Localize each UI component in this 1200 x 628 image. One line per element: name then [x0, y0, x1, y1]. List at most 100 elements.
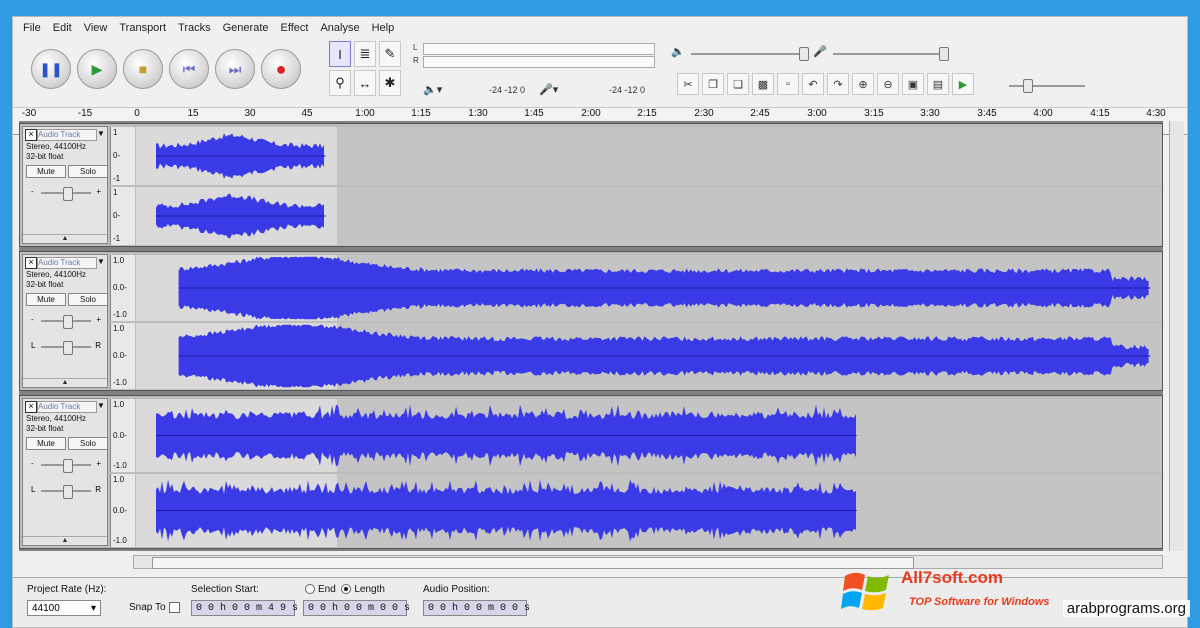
playback-meter-right[interactable] — [423, 56, 655, 68]
selection-start-field[interactable]: 0 0 h 0 0 m 4 9 s — [191, 600, 298, 616]
zoom-in-icon[interactable]: ⊕ — [852, 73, 874, 95]
slider-thumb[interactable] — [63, 315, 73, 329]
playback-volume-slider[interactable] — [799, 47, 809, 61]
input-volume-slider[interactable] — [939, 47, 949, 61]
paste-icon[interactable]: ❏ — [727, 73, 749, 95]
microphone-icon[interactable]: 🎤▾ — [539, 83, 558, 96]
redo-icon[interactable]: ↷ — [827, 73, 849, 95]
waveform-channel[interactable] — [136, 255, 1162, 321]
play-speed-slider[interactable] — [1023, 79, 1033, 93]
play-button[interactable]: ▶ — [77, 49, 117, 89]
record-button[interactable]: ● — [261, 49, 301, 89]
horizontal-scroll-thumb[interactable] — [152, 557, 914, 569]
gain-slider[interactable]: - + — [31, 187, 101, 201]
selection-length-field[interactable]: 0 0 h 0 0 m 0 0 s — [303, 600, 410, 616]
menu-transport[interactable]: Transport — [119, 22, 166, 34]
length-radio[interactable] — [341, 584, 352, 595]
close-track-icon[interactable]: × — [25, 257, 37, 269]
watermark-subtitle: TOP Software for Windows — [909, 596, 1050, 608]
menu-effect[interactable]: Effect — [281, 22, 309, 34]
menu-analyse[interactable]: Analyse — [320, 22, 359, 34]
slider-thumb[interactable] — [63, 485, 73, 499]
ruler-tick-label: 2:30 — [694, 108, 714, 119]
play-at-speed-icon[interactable]: ▶ — [952, 73, 974, 95]
ruler-tick-label: 1:30 — [468, 108, 488, 119]
copy-icon[interactable]: ❐ — [702, 73, 724, 95]
mute-button[interactable]: Mute — [26, 437, 66, 450]
close-track-icon[interactable]: × — [25, 401, 37, 413]
track-name-button[interactable]: Audio Track — [37, 129, 97, 141]
audio-position-field[interactable]: 0 0 h 0 0 m 0 0 s — [423, 600, 530, 616]
envelope-tool[interactable]: ≣ — [354, 41, 376, 67]
menu-generate[interactable]: Generate — [223, 22, 269, 34]
track-menu-chevron-icon[interactable]: ▼ — [97, 401, 105, 410]
collapse-track-icon[interactable]: ▲ — [23, 536, 107, 545]
track-name-button[interactable]: Audio Track — [37, 257, 97, 269]
fit-project-icon[interactable]: ▤ — [927, 73, 949, 95]
pan-slider[interactable]: LR — [31, 485, 101, 499]
track-menu-chevron-icon[interactable]: ▼ — [97, 129, 105, 138]
project-rate-select[interactable]: 44100 ▾ — [27, 600, 101, 616]
ruler-tick-label: 2:15 — [637, 108, 657, 119]
snap-to-checkbox[interactable] — [168, 602, 180, 613]
menu-view[interactable]: View — [84, 22, 108, 34]
stop-icon: ■ — [138, 61, 148, 77]
mute-button[interactable]: Mute — [26, 293, 66, 306]
waveform-channel[interactable] — [136, 323, 1162, 389]
waveform-channel[interactable] — [136, 187, 1162, 245]
tools-toolbar: I ≣ ✎ ⚲ ↔ ✱ — [329, 41, 405, 103]
multi-tool[interactable]: ✱ — [379, 70, 401, 96]
transport-controls: ❚❚ ▶ ■ ⏮ ⏭ ● — [31, 49, 301, 89]
menu-tracks[interactable]: Tracks — [178, 22, 211, 34]
draw-tool[interactable]: ✎ — [379, 41, 401, 67]
skip-end-icon: ⏭ — [228, 60, 242, 77]
gain-slider[interactable]: - + — [31, 459, 101, 473]
ruler-tick-label: -30 — [21, 108, 37, 119]
pan-slider[interactable]: LR — [31, 341, 101, 355]
waveform-svg — [178, 324, 1151, 388]
play-icon: ▶ — [91, 60, 103, 77]
track-menu-chevron-icon[interactable]: ▼ — [97, 257, 105, 266]
meter-scale-b: -24 -12 0 — [609, 85, 646, 95]
pause-button[interactable]: ❚❚ — [31, 49, 71, 89]
slider-thumb[interactable] — [63, 341, 73, 355]
timeshift-tool[interactable]: ↔ — [354, 70, 376, 96]
menu-help[interactable]: Help — [372, 22, 395, 34]
collapse-track-icon[interactable]: ▲ — [23, 378, 107, 387]
playback-meter-left[interactable] — [423, 43, 655, 55]
menu-bar: File Edit View Transport Tracks Generate… — [13, 17, 1187, 39]
menu-file[interactable]: File — [23, 22, 41, 34]
collapse-track-icon[interactable]: ▲ — [23, 234, 107, 243]
waveform-channel[interactable] — [136, 474, 1162, 547]
solo-button[interactable]: Solo — [68, 437, 108, 450]
track-name-button[interactable]: Audio Track — [37, 401, 97, 413]
skip-end-button[interactable]: ⏭ — [215, 49, 255, 89]
solo-button[interactable]: Solo — [68, 165, 108, 178]
cut-icon[interactable]: ✂ — [677, 73, 699, 95]
zoom-out-icon[interactable]: ⊖ — [877, 73, 899, 95]
waveform-channel[interactable] — [136, 399, 1162, 472]
skip-start-button[interactable]: ⏮ — [169, 49, 209, 89]
mute-button[interactable]: Mute — [26, 165, 66, 178]
fit-selection-icon[interactable]: ▣ — [902, 73, 924, 95]
silence-icon[interactable]: ▫ — [777, 73, 799, 95]
zoom-tool[interactable]: ⚲ — [329, 70, 351, 96]
slider-thumb[interactable] — [63, 459, 73, 473]
input-mic-icon: 🎤 — [813, 46, 827, 58]
track-format: Stereo, 44100Hz — [26, 414, 87, 423]
gain-slider[interactable]: - + — [31, 315, 101, 329]
undo-icon[interactable]: ↶ — [802, 73, 824, 95]
stop-button[interactable]: ■ — [123, 49, 163, 89]
end-radio[interactable] — [305, 584, 315, 595]
trim-icon[interactable]: ▩ — [752, 73, 774, 95]
slider-thumb[interactable] — [63, 187, 73, 201]
waveform-channel[interactable] — [136, 127, 1162, 185]
menu-edit[interactable]: Edit — [53, 22, 72, 34]
audacity-window: File Edit View Transport Tracks Generate… — [12, 16, 1188, 628]
tracks-area: × Audio Track ▼ Stereo, 44100Hz 32-bit float… — [19, 121, 1163, 551]
close-track-icon[interactable]: × — [25, 129, 37, 141]
selection-tool[interactable]: I — [329, 41, 351, 67]
vertical-scrollbar[interactable] — [1169, 121, 1184, 551]
solo-button[interactable]: Solo — [68, 293, 108, 306]
ruler-tick-label: 1:45 — [524, 108, 544, 119]
